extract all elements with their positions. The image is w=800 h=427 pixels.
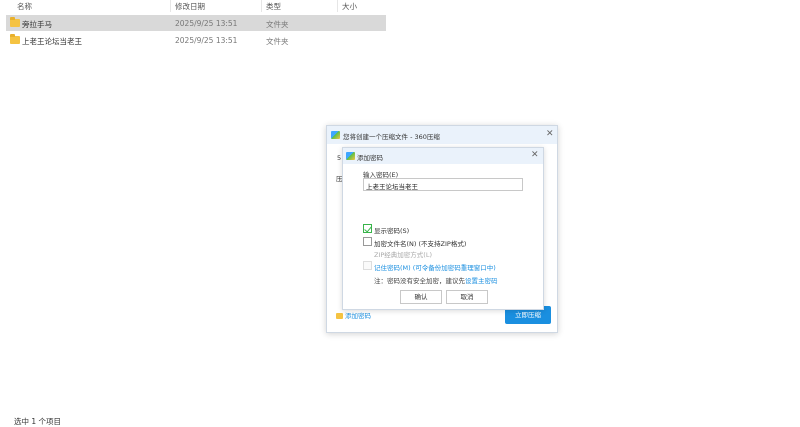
- add-password-link[interactable]: 添加密码: [336, 310, 371, 320]
- add-password-dialog: 添加密码 ✕ 输入密码(E) 上老王论坛当老王 显示密码(S) 加密文件名(N)…: [342, 147, 544, 310]
- remember-password-label: 记住密码(M) (可令备份加密码重理窗口中): [374, 264, 496, 272]
- compress-dialog-text-fragment: 5: [337, 154, 342, 162]
- security-note-text: 注：密码没有安全加密，建议先: [374, 277, 465, 285]
- column-header-size[interactable]: 大小: [342, 1, 357, 12]
- folder-icon: [10, 17, 20, 27]
- file-modified: 2025/9/25 13:51: [175, 19, 238, 28]
- compress-dialog-titlebar[interactable]: 您将创建一个压缩文件 - 360压缩 ✕: [327, 126, 557, 144]
- show-password-checkbox[interactable]: [363, 224, 372, 233]
- cancel-button[interactable]: 取消: [446, 290, 488, 304]
- file-type: 文件夹: [266, 20, 289, 29]
- column-divider[interactable]: [337, 0, 338, 12]
- security-note: 注：密码没有安全加密，建议先设置主密码: [374, 275, 498, 285]
- file-row[interactable]: 上老王论坛当老王 2025/9/25 13:51 文件夹: [6, 32, 386, 48]
- folder-icon: [10, 34, 20, 44]
- column-divider[interactable]: [261, 0, 262, 12]
- add-password-link-label: 添加密码: [345, 312, 371, 320]
- show-password-label: 显示密码(S): [374, 227, 410, 235]
- column-header-modified[interactable]: 修改日期: [175, 1, 205, 12]
- set-master-password-link[interactable]: 设置主密码: [465, 277, 498, 285]
- file-row[interactable]: 旁拉手马 2025/9/25 13:51 文件夹: [6, 15, 386, 31]
- close-icon[interactable]: ✕: [546, 130, 554, 139]
- password-input[interactable]: 上老王论坛当老王: [363, 178, 523, 191]
- file-name: 上老王论坛当老王: [22, 37, 82, 46]
- ok-button[interactable]: 确认: [400, 290, 442, 304]
- zip-classic-encryption-option: ZIP经典加密方式(L): [374, 251, 432, 259]
- column-header-type[interactable]: 类型: [266, 1, 281, 12]
- column-headers: 名称 修改日期 类型 大小: [0, 0, 390, 12]
- app-logo-icon: [346, 152, 355, 160]
- add-password-dialog-title: 添加密码: [357, 154, 383, 162]
- encrypt-filenames-checkbox[interactable]: [363, 237, 372, 246]
- remember-password-checkbox[interactable]: [363, 261, 372, 270]
- compress-dialog-title: 您将创建一个压缩文件 - 360压缩: [343, 133, 440, 141]
- lock-icon: [336, 313, 343, 319]
- encrypt-filenames-label: 加密文件名(N) (不支持ZIP格式): [374, 240, 467, 248]
- app-logo-icon: [331, 131, 340, 139]
- close-icon[interactable]: ✕: [531, 151, 539, 160]
- file-type: 文件夹: [266, 37, 289, 46]
- column-header-name[interactable]: 名称: [17, 1, 32, 12]
- file-name: 旁拉手马: [22, 20, 52, 29]
- add-password-dialog-titlebar[interactable]: 添加密码 ✕: [343, 148, 543, 164]
- column-divider[interactable]: [170, 0, 171, 12]
- file-modified: 2025/9/25 13:51: [175, 36, 238, 45]
